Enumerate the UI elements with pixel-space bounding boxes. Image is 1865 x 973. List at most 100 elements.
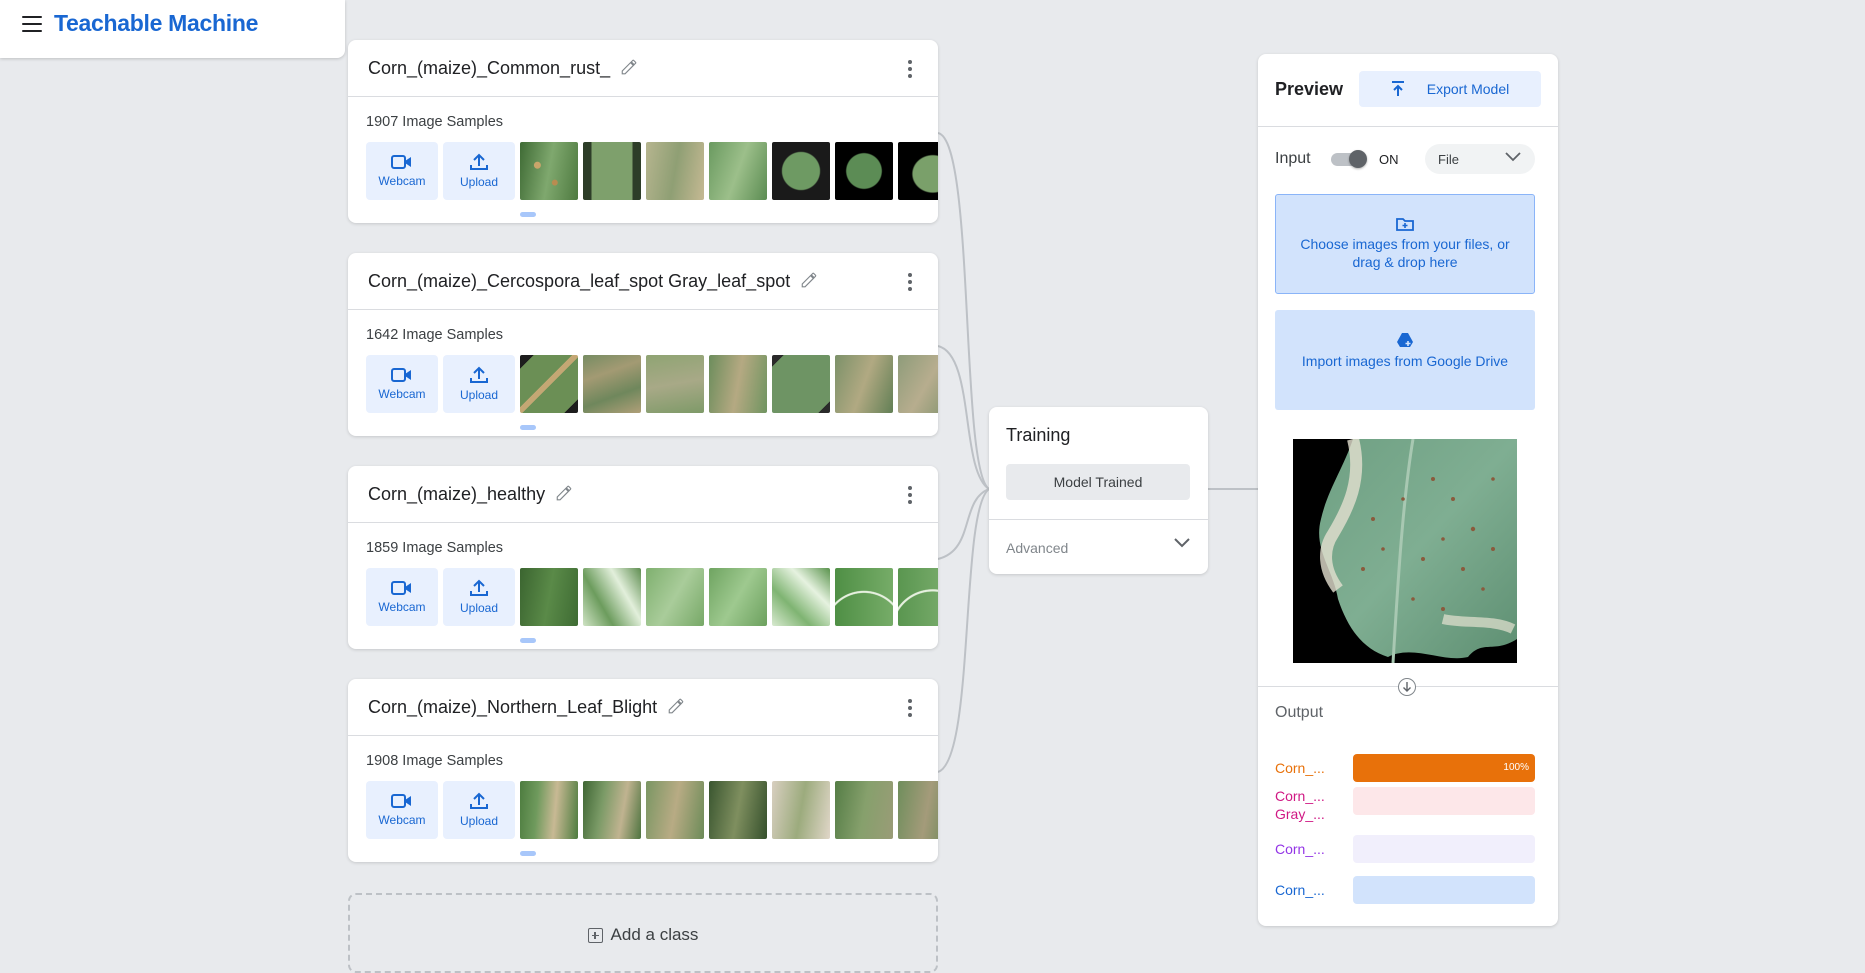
- upload-label: Upload: [459, 175, 499, 189]
- google-drive-icon: [1397, 333, 1413, 347]
- sample-thumbnail[interactable]: [583, 568, 641, 626]
- chevron-down-icon[interactable]: [1174, 538, 1190, 548]
- sample-thumbnail[interactable]: [898, 142, 938, 200]
- preview-panel: Preview Export Model Input ON File Choos…: [1258, 54, 1558, 926]
- class-card: Corn_(maize)_Northern_Leaf_Blight 1908 I…: [348, 679, 938, 862]
- upload-button[interactable]: Upload: [443, 355, 515, 413]
- webcam-label: Webcam: [378, 174, 426, 188]
- file-drop-text: Choose images from your files, or drag &…: [1300, 236, 1510, 270]
- menu-icon[interactable]: [22, 16, 42, 32]
- export-model-button[interactable]: Export Model: [1359, 71, 1541, 107]
- class-name[interactable]: Corn_(maize)_Northern_Leaf_Blight: [368, 697, 685, 718]
- advanced-toggle[interactable]: Advanced: [1006, 540, 1068, 556]
- divider: [989, 519, 1208, 520]
- edit-pencil-icon[interactable]: [800, 271, 818, 289]
- upload-button[interactable]: Upload: [443, 781, 515, 839]
- input-toggle[interactable]: [1331, 150, 1367, 168]
- sample-thumbnails[interactable]: [520, 781, 938, 839]
- class-name-label: Corn_(maize)_Common_rust_: [368, 58, 611, 78]
- sample-thumbnail[interactable]: [772, 355, 830, 413]
- add-folder-icon: [1396, 218, 1414, 231]
- thumbnail-scrollbar[interactable]: [520, 851, 536, 856]
- sample-thumbnail[interactable]: [709, 781, 767, 839]
- divider: [1258, 126, 1558, 127]
- preview-image: [1293, 439, 1517, 663]
- sample-count: 1907 Image Samples: [366, 114, 504, 130]
- class-name[interactable]: Corn_(maize)_Cercospora_leaf_spot Gray_l…: [368, 271, 818, 292]
- thumbnail-scrollbar[interactable]: [520, 425, 536, 430]
- webcam-button[interactable]: Webcam: [366, 355, 438, 413]
- more-options-icon[interactable]: [908, 699, 912, 720]
- input-source-select[interactable]: File: [1425, 144, 1535, 174]
- export-model-label: Export Model: [1426, 81, 1510, 97]
- sample-thumbnail[interactable]: [520, 568, 578, 626]
- upload-button[interactable]: Upload: [443, 142, 515, 200]
- sample-thumbnail[interactable]: [772, 142, 830, 200]
- sample-thumbnail[interactable]: [835, 781, 893, 839]
- sample-thumbnail[interactable]: [646, 568, 704, 626]
- sample-thumbnail[interactable]: [646, 355, 704, 413]
- google-drive-import[interactable]: Import images from Google Drive: [1275, 310, 1535, 410]
- file-drop-zone[interactable]: Choose images from your files, or drag &…: [1275, 194, 1535, 294]
- app-title[interactable]: Teachable Machine: [54, 10, 258, 37]
- more-options-icon[interactable]: [908, 486, 912, 507]
- sample-thumbnail[interactable]: [520, 355, 578, 413]
- sample-thumbnail[interactable]: [583, 781, 641, 839]
- webcam-icon: [391, 368, 411, 382]
- sample-thumbnail[interactable]: [520, 142, 578, 200]
- webcam-label: Webcam: [378, 813, 426, 827]
- sample-thumbnail[interactable]: [835, 355, 893, 413]
- add-class-button[interactable]: Add a class: [348, 893, 938, 973]
- train-model-button[interactable]: Model Trained: [1006, 464, 1190, 500]
- training-title: Training: [1006, 425, 1071, 445]
- edit-pencil-icon[interactable]: [555, 484, 573, 502]
- sample-thumbnail[interactable]: [898, 781, 938, 839]
- sample-thumbnail[interactable]: [583, 355, 641, 413]
- input-label: Input: [1275, 150, 1311, 167]
- edit-pencil-icon[interactable]: [667, 697, 685, 715]
- webcam-label: Webcam: [378, 387, 426, 401]
- sample-thumbnail[interactable]: [709, 355, 767, 413]
- add-box-icon: [587, 928, 603, 943]
- upload-button[interactable]: Upload: [443, 568, 515, 626]
- arrow-down-icon[interactable]: [1398, 678, 1416, 696]
- sample-thumbnail[interactable]: [898, 355, 938, 413]
- sample-thumbnail[interactable]: [898, 568, 938, 626]
- sample-thumbnails[interactable]: [520, 568, 938, 626]
- class-card-header: Corn_(maize)_healthy: [348, 466, 938, 523]
- sample-thumbnail[interactable]: [772, 568, 830, 626]
- sample-thumbnail[interactable]: [835, 568, 893, 626]
- thumbnail-scrollbar[interactable]: [520, 638, 536, 643]
- sample-thumbnail[interactable]: [520, 781, 578, 839]
- sample-thumbnail[interactable]: [835, 142, 893, 200]
- sample-thumbnails[interactable]: [520, 142, 938, 200]
- sample-thumbnail[interactable]: [709, 568, 767, 626]
- class-name-label: Corn_(maize)_healthy: [368, 484, 546, 504]
- webcam-label: Webcam: [378, 600, 426, 614]
- class-name[interactable]: Corn_(maize)_healthy: [368, 484, 573, 505]
- class-card-header: Corn_(maize)_Northern_Leaf_Blight: [348, 679, 938, 736]
- sample-thumbnail[interactable]: [646, 142, 704, 200]
- class-card: Corn_(maize)_Common_rust_ 1907 Image Sam…: [348, 40, 938, 223]
- sample-thumbnail[interactable]: [646, 781, 704, 839]
- upload-icon: [470, 153, 488, 170]
- webcam-button[interactable]: Webcam: [366, 568, 438, 626]
- more-options-icon[interactable]: [908, 60, 912, 81]
- class-name[interactable]: Corn_(maize)_Common_rust_: [368, 58, 638, 79]
- sample-thumbnail[interactable]: [583, 142, 641, 200]
- thumbnail-scrollbar[interactable]: [520, 212, 536, 217]
- webcam-button[interactable]: Webcam: [366, 781, 438, 839]
- sample-thumbnail[interactable]: [709, 142, 767, 200]
- add-class-label: Add a class: [610, 925, 699, 944]
- sample-thumbnail[interactable]: [772, 781, 830, 839]
- webcam-button[interactable]: Webcam: [366, 142, 438, 200]
- more-options-icon[interactable]: [908, 273, 912, 294]
- edit-pencil-icon[interactable]: [620, 58, 638, 76]
- app-header: Teachable Machine: [0, 0, 345, 58]
- sample-thumbnails[interactable]: [520, 355, 938, 413]
- upload-label: Upload: [459, 814, 499, 828]
- upload-label: Upload: [459, 601, 499, 615]
- chevron-down-icon: [1505, 152, 1521, 162]
- sample-count: 1859 Image Samples: [366, 540, 504, 556]
- upload-icon: [470, 366, 488, 383]
